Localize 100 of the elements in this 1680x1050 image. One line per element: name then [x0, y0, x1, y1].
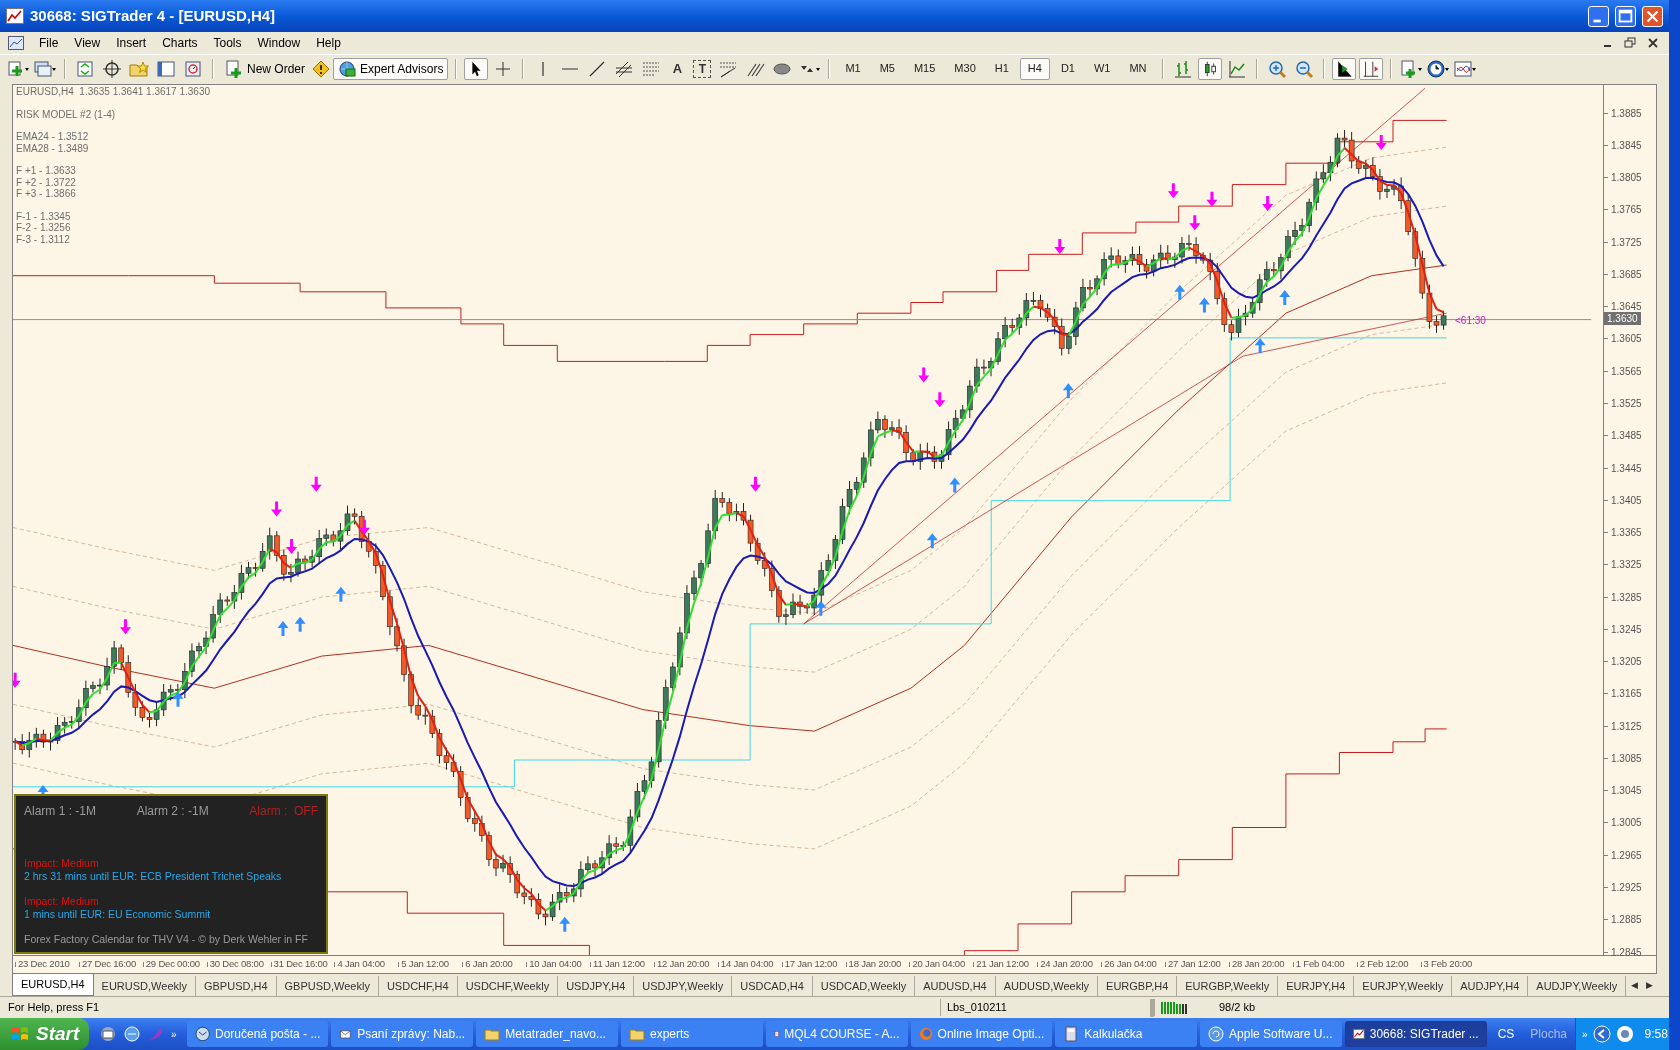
chart-shift-icon[interactable] [1358, 57, 1383, 80]
mail-icon[interactable] [99, 1025, 118, 1043]
price-axis-label: 1.3325 [1611, 558, 1642, 573]
menu-item[interactable]: Window [250, 34, 308, 52]
time-axis-label: 14 Jan 04:00 [720, 957, 774, 972]
up-arrow-icon [172, 691, 184, 707]
down-arrow-icon [271, 501, 283, 517]
chart-tab[interactable]: USDCAD,Weekly [812, 976, 916, 996]
label-tool[interactable]: T [693, 59, 712, 78]
chart-tab[interactable]: USDJPY,Weekly [634, 976, 733, 996]
menu-item[interactable]: View [67, 34, 108, 52]
time-axis-label: 12 Jan 20:00 [656, 957, 710, 972]
chart-tab[interactable]: AUDJPY,Weekly [1528, 976, 1627, 996]
timeframe-button[interactable]: W1 [1085, 57, 1119, 80]
down-arrow-icon [286, 538, 298, 554]
tab-scroll-button[interactable]: ▶ [1642, 976, 1657, 996]
taskbar-button[interactable]: Online Image Opti... [910, 1021, 1053, 1047]
maximize-button[interactable] [1615, 5, 1636, 27]
clock-icon[interactable] [1425, 57, 1450, 80]
indicator-info-text: EMA28 - 1.3489 [16, 142, 90, 154]
tab-scroll-button[interactable]: ◀ [1627, 976, 1642, 996]
up-arrow-icon [926, 533, 938, 549]
language-indicator[interactable]: CS [1489, 1025, 1523, 1043]
chart-tab[interactable]: USDJPY,H4 [558, 976, 635, 996]
price-axis-label: 1.3805 [1611, 171, 1642, 186]
down-arrow-icon [750, 476, 761, 492]
chart-tab[interactable]: AUDUSD,H4 [915, 976, 996, 996]
indicator-info-text: EMA24 - 1.3512 [16, 131, 90, 143]
time-axis-label: 26 Jan 04:00 [1104, 957, 1157, 972]
time-axis-label: 10 Jan 04:00 [529, 957, 582, 972]
chart-tab[interactable]: AUDJPY,H4 [1452, 976, 1529, 996]
close-button[interactable] [1646, 36, 1661, 50]
down-arrow-icon [13, 672, 21, 688]
timeframe-button[interactable]: M5 [871, 57, 903, 80]
time-axis-label: 29 Dec 00:00 [145, 957, 200, 972]
templates-icon[interactable] [1398, 57, 1423, 80]
timeframe-button[interactable]: M1 [837, 57, 869, 80]
chart-tab[interactable]: USDCAD,H4 [732, 976, 813, 996]
taskbar-button[interactable]: Psaní zprávy: Nab... [331, 1021, 474, 1047]
timeframe-button[interactable]: M15 [905, 57, 944, 80]
chart-tab[interactable]: USDCHF,Weekly [457, 976, 559, 996]
expert-advisors-button[interactable]: Expert Advisors [333, 57, 449, 80]
price-axis-label: 1.3685 [1611, 267, 1642, 282]
menu-item[interactable]: Tools [206, 34, 249, 52]
down-arrow-icon [1206, 191, 1218, 207]
warning-icon[interactable] [312, 59, 330, 78]
impact-label: Impact: Medium [24, 895, 100, 908]
timeframe-button[interactable]: MN [1121, 57, 1155, 80]
chart-tab[interactable]: EURGBP,H4 [1098, 976, 1178, 996]
time-axis-label: 2 Feb 12:00 [1359, 957, 1409, 972]
chart-tab[interactable]: EURUSD,H4 [12, 974, 94, 996]
time-axis-label: 5 Jan 12:00 [401, 957, 449, 972]
tray-more[interactable]: » [1582, 1026, 1588, 1042]
chart-tab[interactable]: GBPUSD,Weekly [276, 976, 379, 996]
taskbar-button[interactable]: Apple Software U... [1200, 1021, 1342, 1047]
chart-tab[interactable]: GBPUSD,H4 [195, 976, 277, 996]
price-axis-label: 1.3045 [1611, 784, 1642, 799]
new-order-button[interactable]: New Order [221, 57, 309, 80]
chart-tab[interactable]: EURJPY,H4 [1278, 976, 1355, 996]
price-axis-label: 1.3365 [1611, 526, 1642, 541]
timeframe-button[interactable]: M30 [946, 57, 984, 80]
price-axis-label: 1.3845 [1611, 138, 1642, 153]
taskbar-button[interactable]: 30668: SIGTrader ... [1344, 1021, 1487, 1047]
timeframe-button[interactable]: D1 [1052, 57, 1083, 80]
taskbar-button[interactable]: experts [620, 1021, 763, 1047]
taskbar-button[interactable]: MQL4 COURSE - A... [765, 1021, 908, 1047]
candlestick-icon[interactable] [1197, 57, 1222, 80]
price-axis-label: 1.3525 [1611, 397, 1642, 411]
avast-icon[interactable] [1615, 1025, 1634, 1043]
taskbar-button[interactable]: Kalkulačka [1055, 1021, 1198, 1047]
text-tool[interactable]: A [666, 58, 689, 79]
autoscroll-icon[interactable] [1331, 57, 1356, 80]
menu-item[interactable]: Insert [109, 34, 154, 52]
folder-icon [628, 1026, 645, 1042]
menu-item[interactable]: Help [309, 34, 348, 52]
chart-tab[interactable]: EURGBP,Weekly [1177, 976, 1279, 996]
up-arrow-icon [294, 616, 306, 632]
chart-tab[interactable]: USDCHF,H4 [378, 976, 458, 996]
cursor-icon[interactable] [464, 57, 489, 80]
countdown-label: <61:30 [1455, 314, 1486, 328]
close-button[interactable] [1642, 5, 1663, 27]
time-axis-label: 28 Jan 20:00 [1231, 957, 1285, 972]
chart-icon [1352, 1026, 1365, 1042]
minimize-button[interactable] [1588, 5, 1609, 27]
chart-tab[interactable]: AUDUSD,Weekly [995, 976, 1099, 996]
menu-item[interactable]: Charts [155, 34, 205, 52]
chart-tab[interactable]: EURUSD,Weekly [93, 976, 196, 996]
price-axis-label: 1.3165 [1611, 687, 1642, 702]
menu-item[interactable]: File [32, 34, 66, 52]
up-arrow-icon [1254, 338, 1266, 354]
timeframe-button[interactable]: H1 [986, 57, 1017, 80]
crosshair-icon[interactable] [100, 57, 124, 80]
current-price-label: 1.3630 [1604, 312, 1641, 325]
taskbar-button[interactable]: Doručená pošta - ... [186, 1021, 329, 1047]
quick-launch-more[interactable]: » [171, 1026, 177, 1042]
restore-button[interactable] [1623, 36, 1638, 50]
taskbar-button[interactable]: Metatrader_navo... [476, 1021, 618, 1047]
timeframe-button[interactable]: H4 [1019, 57, 1050, 80]
chart-tab[interactable]: EURJPY,Weekly [1354, 976, 1453, 996]
globe-icon[interactable] [123, 1025, 142, 1043]
